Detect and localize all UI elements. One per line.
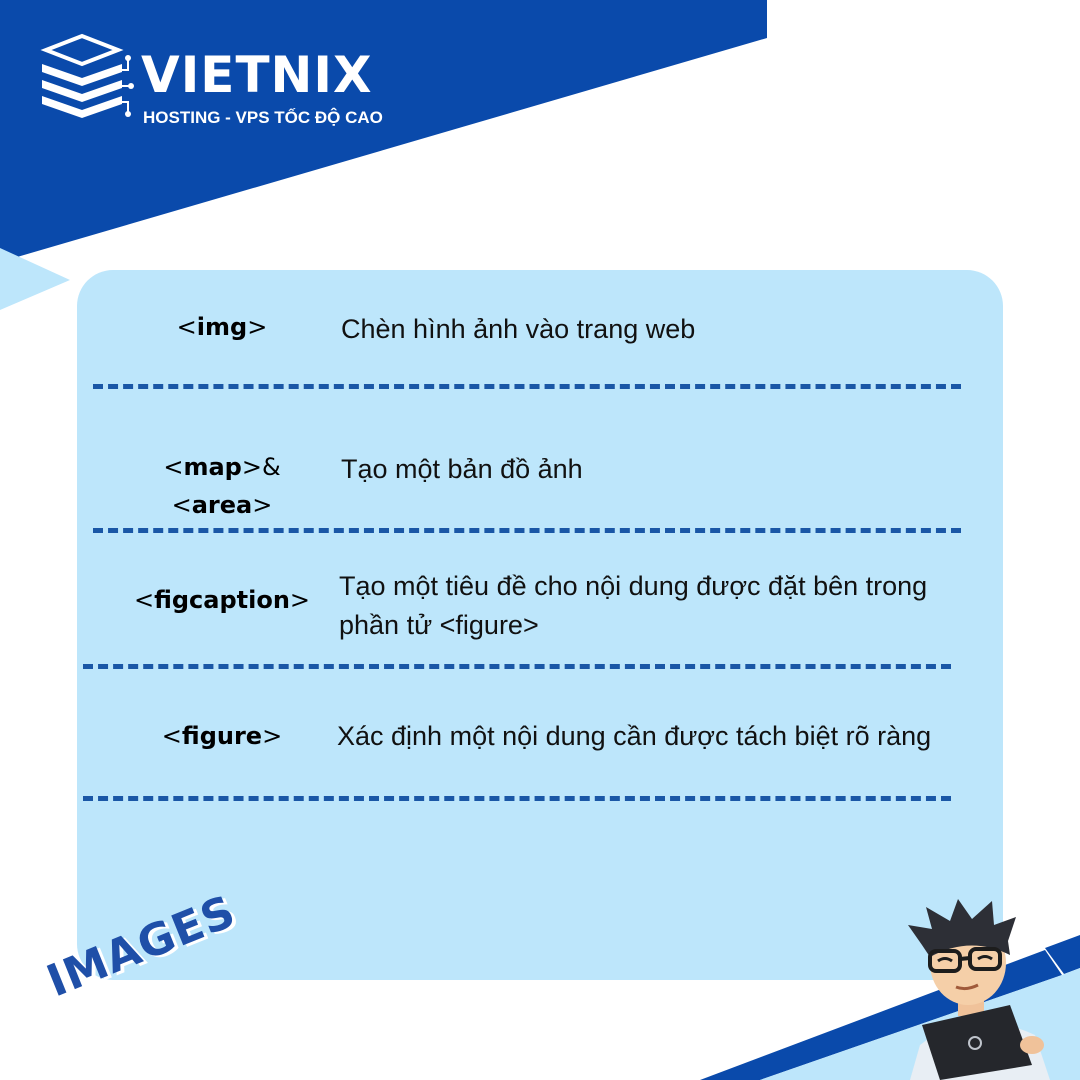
tag-figure: <figure> bbox=[161, 722, 283, 750]
divider bbox=[93, 528, 961, 533]
divider bbox=[93, 384, 961, 389]
desc-figure: Xác định một nội dung cần được tách biệt… bbox=[337, 721, 932, 751]
developer-mascot-icon bbox=[908, 899, 1050, 1080]
brand-tagline: HOSTING - VPS TỐC ĐỘ CAO bbox=[143, 108, 383, 127]
brand-name: VIETNIX bbox=[141, 46, 373, 104]
tag-map-area: <map>& <area> bbox=[163, 453, 281, 519]
server-stack-icon bbox=[40, 33, 134, 118]
brand-logo[interactable]: VIETNIX HOSTING - VPS TỐC ĐỘ CAO bbox=[38, 30, 398, 130]
tag-img: <img> bbox=[176, 313, 268, 341]
divider bbox=[83, 664, 951, 669]
desc-img: Chèn hình ảnh vào trang web bbox=[341, 314, 696, 344]
desc-map-area: Tạo một bản đồ ảnh bbox=[341, 454, 583, 484]
tag-figcaption: <figcaption> bbox=[133, 586, 311, 614]
divider bbox=[83, 796, 951, 801]
desc-figcaption: Tạo một tiêu đề cho nội dung được đặt bê… bbox=[339, 571, 928, 640]
tags-card: <img> Chèn hình ảnh vào trang web <map>&… bbox=[77, 270, 1003, 980]
